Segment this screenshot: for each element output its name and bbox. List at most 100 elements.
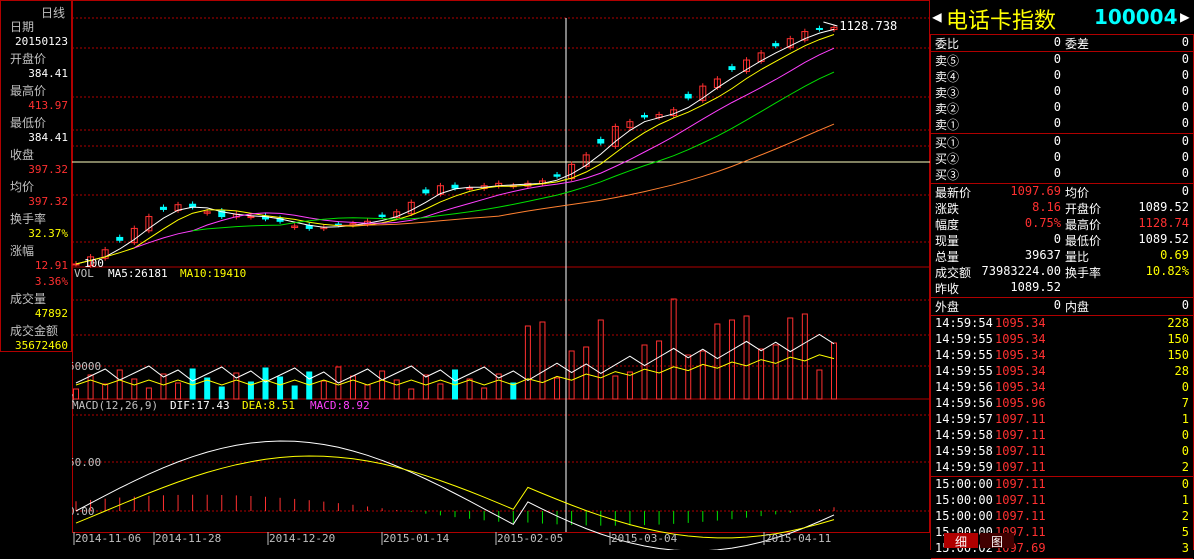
candle-body	[72, 263, 80, 266]
cell: 0	[1181, 116, 1189, 130]
x-axis-date: 2014-12-20	[269, 532, 335, 545]
cell: 最新价	[935, 186, 972, 200]
cell: 39637	[1024, 248, 1061, 262]
tab-chart[interactable]: 图	[980, 533, 1014, 549]
cell: 委比	[935, 37, 960, 51]
cell: 14:59:58	[935, 428, 993, 442]
cell: 2	[1181, 509, 1189, 523]
tick-row: 14:59:55 1095.34 150	[931, 332, 1193, 348]
ma5-line	[75, 28, 835, 265]
info-value: 397.32	[28, 163, 68, 176]
cell: 量比	[1065, 250, 1090, 264]
cell: 14:59:59	[935, 460, 993, 474]
cell: 幅度	[935, 218, 960, 232]
outer-inner-row: 外盘 0 内盘 0	[931, 298, 1193, 314]
volume-bar	[175, 382, 182, 400]
candle-body	[247, 216, 255, 219]
volume-bar	[831, 342, 837, 400]
candle-body	[641, 115, 648, 118]
volume-bar	[626, 371, 633, 400]
cell: 14:59:54	[935, 316, 993, 330]
cell: 10.82%	[1145, 264, 1189, 278]
cell: 2	[1181, 460, 1189, 474]
cell: 1097.11	[995, 428, 1046, 442]
candle-body	[422, 189, 430, 194]
cell: 3	[1181, 541, 1189, 555]
ma10-line	[75, 34, 835, 265]
buy-level-row: 买① 0 0	[931, 134, 1193, 150]
info-label: 涨幅	[10, 244, 35, 258]
ma60-line	[338, 123, 835, 226]
cell: 0	[1053, 134, 1061, 148]
cell: 0	[1181, 166, 1189, 180]
volume-bar	[685, 354, 692, 400]
cell: 0	[1053, 150, 1061, 164]
cell: 0	[1181, 428, 1189, 442]
volume-bar	[524, 325, 531, 400]
prev-arrow-icon[interactable]: ◀	[932, 7, 942, 26]
cell: 0	[1181, 52, 1189, 66]
cell: 1097.11	[995, 493, 1046, 507]
cell: 现量	[935, 234, 960, 248]
cell: 73983224.00	[981, 264, 1061, 278]
volume-bar	[641, 344, 648, 400]
cell: 14:59:56	[935, 396, 993, 410]
tick-row: 15:00:00 1097.11 1	[931, 493, 1193, 509]
volume-bar	[160, 373, 167, 400]
tab-detail[interactable]: 细	[944, 533, 978, 549]
quote-header: ◀ 电话卡指数 100004 ▶	[930, 0, 1194, 35]
cell: 1089.52	[1010, 280, 1061, 294]
volume-bar	[262, 367, 269, 400]
cell: 0	[1053, 116, 1061, 130]
cell: 0	[1053, 35, 1061, 49]
cell: 1089.52	[1138, 200, 1189, 214]
cell: 买③	[935, 168, 960, 182]
candle-body	[815, 27, 823, 30]
candle-body	[728, 66, 736, 71]
cell: 14:59:56	[935, 380, 993, 394]
next-arrow-icon[interactable]: ▶	[1180, 7, 1190, 26]
cell: 1097.11	[995, 444, 1046, 458]
sell-level-row: 卖④ 0 0	[931, 68, 1193, 84]
volume-bar	[466, 378, 473, 400]
macd-value-legend: MACD:8.92	[310, 399, 370, 412]
cell: 委差	[1065, 37, 1090, 51]
kline-chart[interactable]: 1128.738100VOLMA5:26181MA10:19410500000M…	[72, 0, 930, 550]
period-label[interactable]: 日线	[41, 4, 65, 21]
index-name: 电话卡指数	[946, 9, 1057, 34]
tick-row: 14:59:58 1097.11 0	[931, 444, 1193, 460]
buy-level-row: 买② 0 0	[931, 150, 1193, 166]
volume-bar	[204, 377, 211, 400]
cell: 外盘	[935, 300, 960, 314]
volume-bar	[728, 319, 735, 400]
volume-bar	[422, 374, 429, 400]
volume-bar	[787, 317, 794, 400]
cell: 均价	[1065, 186, 1090, 200]
cell: 卖①	[935, 118, 960, 132]
volume-bar	[743, 315, 750, 400]
cell: 开盘价	[1065, 202, 1102, 216]
cell: 0	[1053, 84, 1061, 98]
volume-bar	[320, 380, 327, 400]
volume-bar	[131, 378, 138, 400]
macd-dea-line	[75, 455, 835, 539]
tick-row: 15:00:00 1097.11 2	[931, 509, 1193, 525]
high-pointer	[823, 21, 838, 27]
candle-body	[684, 93, 692, 99]
sell-level-row: 卖⑤ 0 0	[931, 52, 1193, 68]
tick-row: 14:59:56 1095.96 7	[931, 396, 1193, 412]
cell: 最高价	[1065, 218, 1102, 232]
cell: 0	[1181, 444, 1189, 458]
cell: 0	[1053, 52, 1061, 66]
cell: 买②	[935, 152, 960, 166]
macd-dif-legend: DIF:17.43	[170, 399, 230, 412]
candle-body	[451, 184, 459, 189]
buy-level-row: 买③ 0 0	[931, 166, 1193, 182]
info-value: 35672460	[15, 339, 68, 352]
cell: 0	[1053, 100, 1061, 114]
cell: 1095.34	[995, 364, 1046, 378]
cell: 买①	[935, 136, 960, 150]
info-value: 397.32	[28, 195, 68, 208]
info-value: 3.36%	[34, 275, 68, 288]
cell: 成交额	[935, 266, 972, 280]
